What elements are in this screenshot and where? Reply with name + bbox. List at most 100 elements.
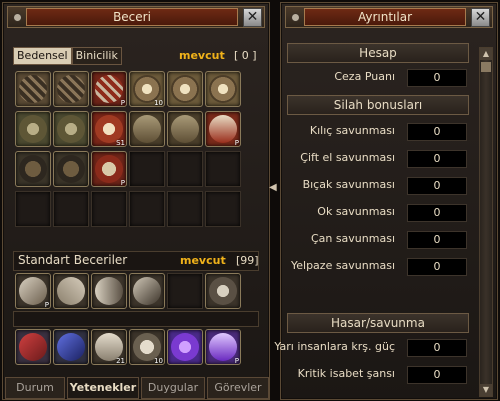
special-skill-slot[interactable]	[15, 329, 51, 365]
standard-skill-slot[interactable]: P	[15, 273, 51, 309]
special-skill-slot[interactable]: 21	[91, 329, 127, 365]
collapse-handle-icon[interactable]: ◀	[269, 182, 277, 196]
tab-yetenekler[interactable]: Yetenekler	[67, 377, 139, 399]
standard-skill-grid: P	[15, 273, 241, 309]
swirl-icon	[57, 155, 85, 183]
standard-skill-slot	[167, 273, 203, 309]
skill-level-badge: 10	[154, 99, 163, 107]
stat-kritik: Kritik isabet şansı 0	[291, 366, 467, 384]
standard-skill-slot[interactable]	[129, 273, 165, 309]
fan-icon	[57, 115, 85, 143]
skill-slot	[205, 191, 241, 227]
stat-value: 0	[407, 258, 467, 276]
tab-durum[interactable]: Durum	[5, 377, 65, 399]
stat-value: 0	[407, 366, 467, 384]
special-skill-slot[interactable]: P	[205, 329, 241, 365]
scroll-down-icon[interactable]: ▼	[480, 384, 492, 396]
special-skill-slot[interactable]	[167, 329, 203, 365]
skill-slot[interactable]	[167, 71, 203, 107]
skill-slot[interactable]	[15, 71, 51, 107]
stat-cift-el: Çift el savunması 0	[291, 150, 467, 168]
skill-grid: P 10 S1 P P	[15, 71, 241, 227]
skill-slot[interactable]	[129, 111, 165, 147]
rope-icon	[57, 277, 85, 305]
skill-slot	[91, 191, 127, 227]
details-titlebar[interactable]: Ayrıntılar ✕	[285, 6, 493, 28]
close-button[interactable]: ✕	[471, 8, 490, 27]
stat-value: 0	[407, 231, 467, 249]
window-pin-icon	[291, 13, 300, 22]
skills-titlebar[interactable]: Beceri ✕	[7, 6, 265, 28]
flag-icon	[95, 277, 123, 305]
window-pin-icon	[13, 13, 22, 22]
slash-icon	[57, 75, 85, 103]
scroll-up-icon[interactable]: ▲	[480, 48, 492, 60]
swirl-icon	[19, 155, 47, 183]
skill-slot[interactable]	[53, 151, 89, 187]
skills-window: Beceri ✕ Bedensel Binicilik mevcut [ 0 ] …	[2, 2, 270, 400]
stat-ok: Ok savunması 0	[291, 204, 467, 222]
red-gem-icon	[19, 333, 47, 361]
stat-value: 0	[407, 177, 467, 195]
skill-slot[interactable]	[205, 71, 241, 107]
skill-slot	[167, 151, 203, 187]
skill-slot[interactable]	[53, 71, 89, 107]
skill-slot	[53, 191, 89, 227]
bottom-tab-bar: Durum Yetenekler Duygular Görevler	[5, 377, 269, 399]
tab-bedensel[interactable]: Bedensel	[13, 47, 72, 65]
stat-label: Çan savunması	[310, 232, 395, 245]
spiral-red-icon	[95, 75, 123, 103]
skill-slot[interactable]	[53, 111, 89, 147]
skill-slot[interactable]: 10	[129, 71, 165, 107]
stat-yelpaze: Yelpaze savunması 0	[291, 258, 467, 276]
window-title: Ayrıntılar	[304, 8, 466, 26]
skill-level-badge: S1	[116, 139, 125, 147]
standard-skill-slot[interactable]	[91, 273, 127, 309]
stat-ceza-puani: Ceza Puanı 0	[291, 69, 467, 87]
skill-slot	[15, 191, 51, 227]
standard-skill-slot[interactable]	[53, 273, 89, 309]
standard-skills-header: Standart Beceriler mevcut [99]	[13, 251, 259, 271]
red-tree-icon	[209, 115, 237, 143]
scroll-icon	[19, 277, 47, 305]
available-label: mevcut	[179, 49, 225, 62]
stat-value: 0	[407, 69, 467, 87]
close-button[interactable]: ✕	[243, 8, 262, 27]
stat-can: Çan savunması 0	[291, 231, 467, 249]
stat-label: Kritik isabet şansı	[297, 367, 395, 380]
section-hesap: Hesap	[287, 43, 469, 63]
stat-label: Çift el savunması	[300, 151, 395, 164]
section-silah-bonuslari: Silah bonusları	[287, 95, 469, 115]
special-skill-slot[interactable]	[53, 329, 89, 365]
skill-level-badge: P	[120, 179, 125, 187]
heart-icon	[171, 333, 199, 361]
blue-gem-icon	[57, 333, 85, 361]
divider-bar	[13, 311, 259, 327]
tab-gorevler[interactable]: Görevler	[207, 377, 269, 399]
available-count: [ 0 ]	[234, 49, 257, 62]
skill-slot[interactable]: P	[91, 71, 127, 107]
special-skill-slot[interactable]: 10	[129, 329, 165, 365]
skill-slot[interactable]	[167, 111, 203, 147]
stat-label: Kılıç savunması	[309, 124, 395, 137]
skill-level-badge: P	[234, 139, 239, 147]
skill-slot	[167, 191, 203, 227]
tab-binicilik[interactable]: Binicilik	[71, 47, 122, 65]
skill-slot[interactable]: P	[205, 111, 241, 147]
skill-slot[interactable]	[15, 151, 51, 187]
skill-slot[interactable]: S1	[91, 111, 127, 147]
stat-value: 0	[407, 150, 467, 168]
starburst-icon	[171, 75, 199, 103]
skill-slot[interactable]: P	[91, 151, 127, 187]
dagger-icon	[209, 333, 237, 361]
slash-icon	[19, 75, 47, 103]
skill-slot	[205, 151, 241, 187]
skill-level-badge: P	[44, 301, 49, 309]
skill-slot[interactable]	[15, 111, 51, 147]
scroll-thumb[interactable]	[481, 62, 491, 72]
standard-available-label: mevcut	[180, 254, 226, 267]
standard-skill-slot[interactable]	[205, 273, 241, 309]
tab-duygular[interactable]: Duygular	[141, 377, 205, 399]
stat-label: Yelpaze savunması	[290, 259, 395, 272]
details-scrollbar[interactable]: ▲ ▼	[479, 47, 493, 397]
